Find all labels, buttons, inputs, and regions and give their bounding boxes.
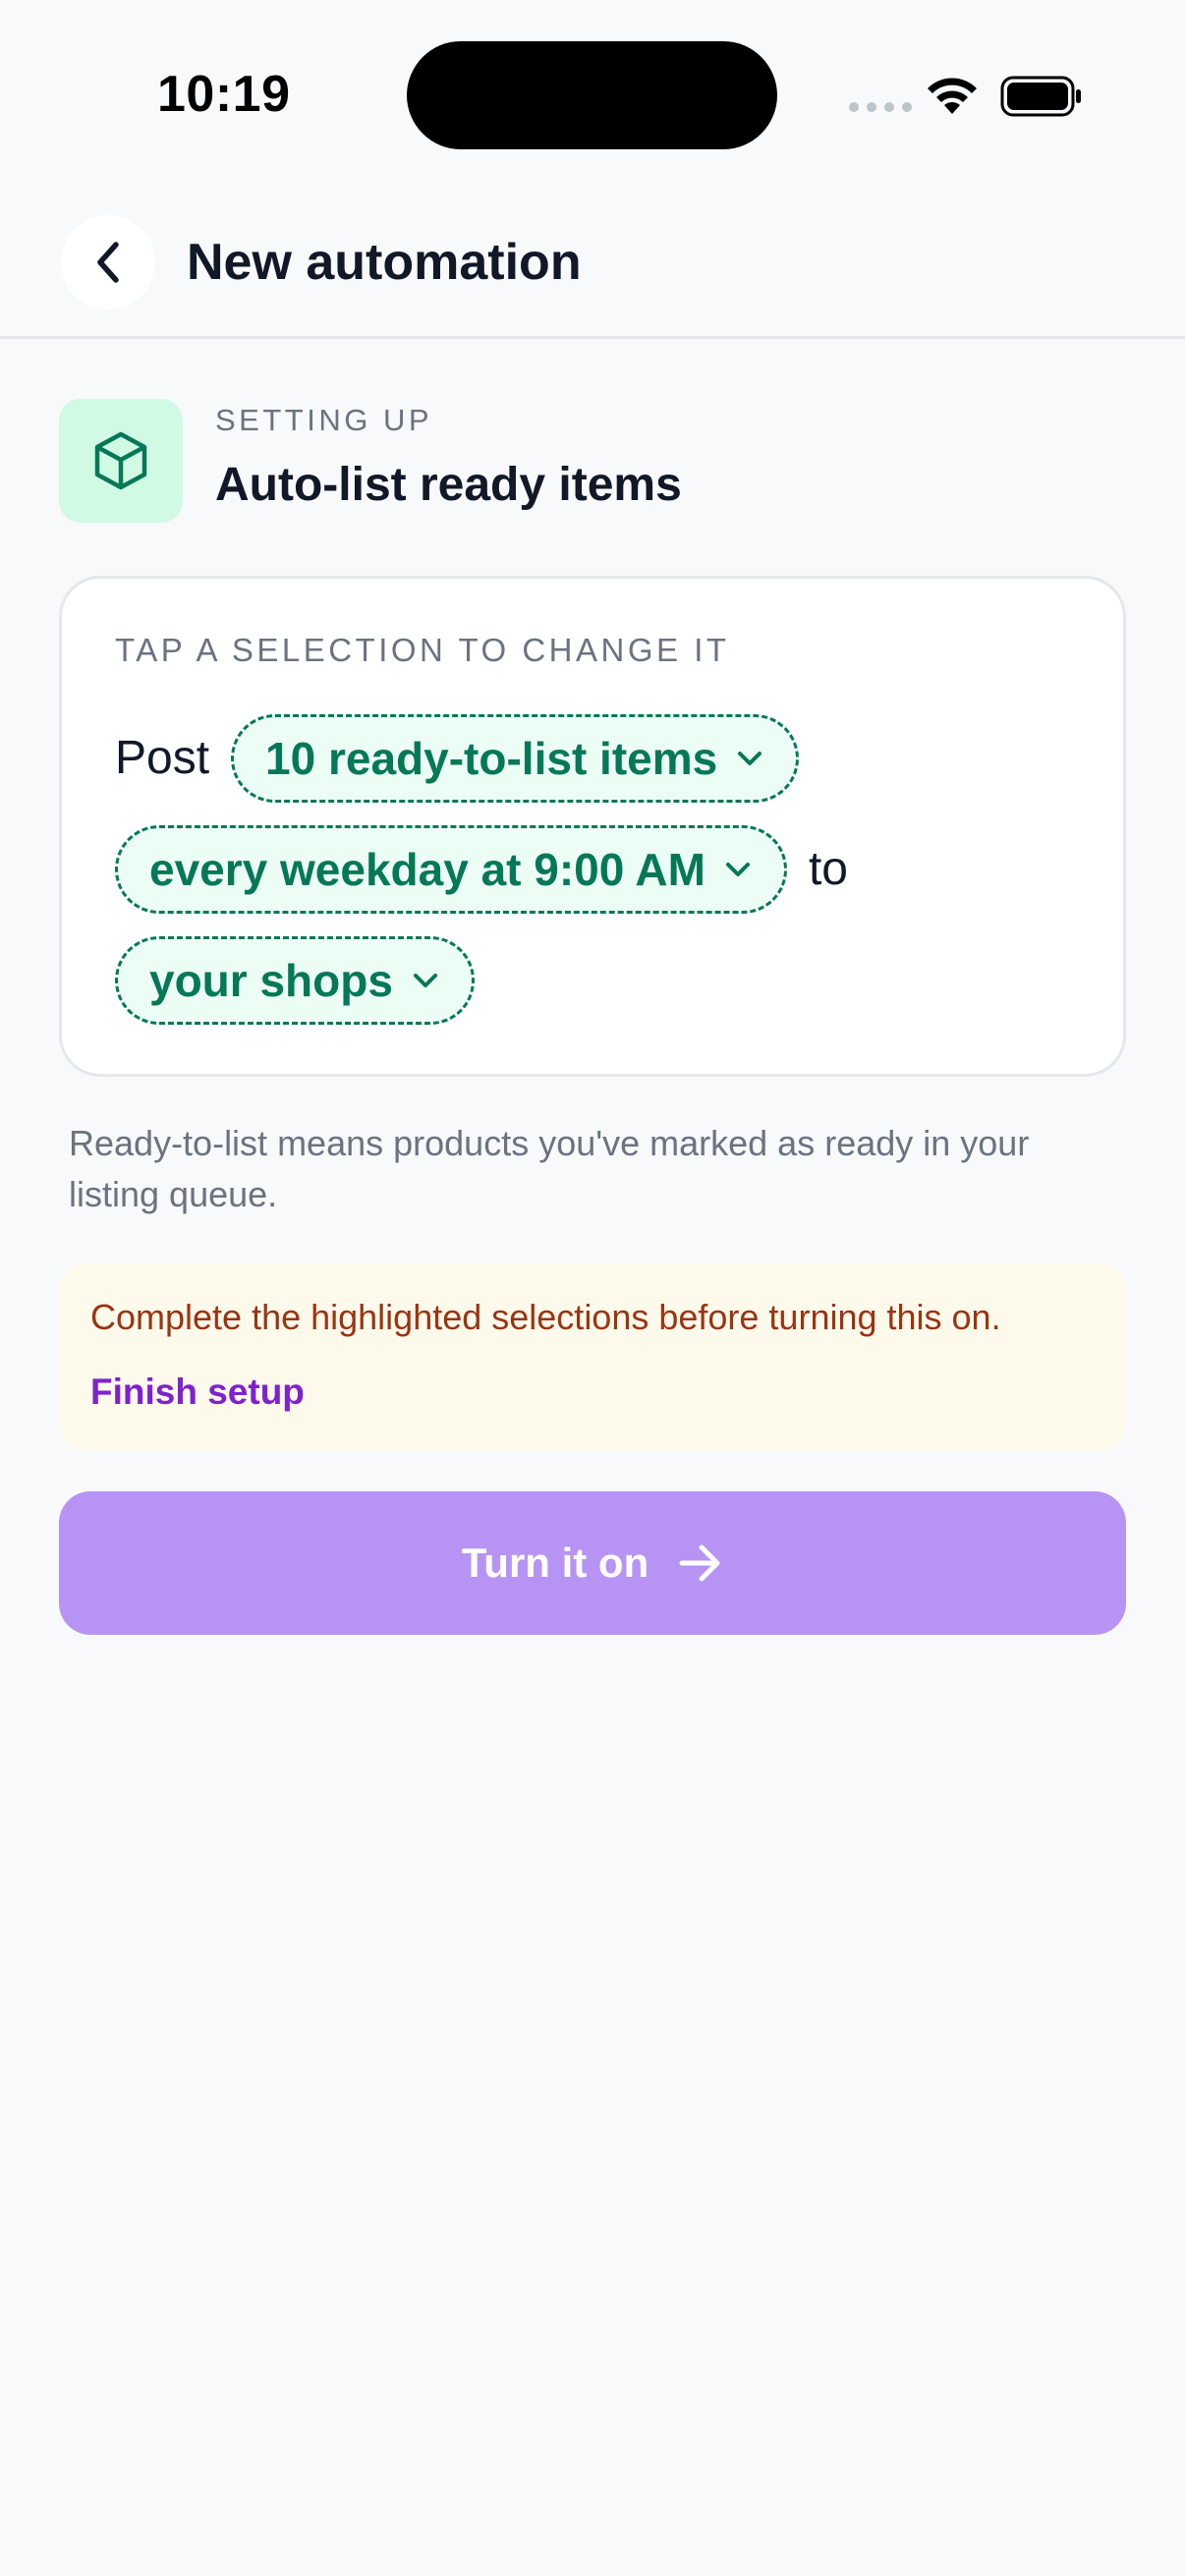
chip-label: every weekday at 9:00 AM [149, 844, 705, 895]
sentence-word-to: to [808, 843, 848, 895]
chevron-left-icon [97, 242, 119, 283]
destination-selection-chip[interactable]: your shops [115, 936, 475, 1025]
chevron-down-icon [737, 751, 762, 766]
card-instruction: TAP A SELECTION TO CHANGE IT [115, 632, 730, 668]
chevron-down-icon [725, 862, 751, 877]
turn-it-on-button[interactable]: Turn it on [59, 1491, 1126, 1635]
sentence-line: Post 10 ready-to-list items [115, 714, 800, 803]
schedule-selection-chip[interactable]: every weekday at 9:00 AM [115, 825, 787, 914]
sentence-line: every weekday at 9:00 AM to [115, 825, 848, 914]
chip-label: 10 ready-to-list items [265, 733, 718, 784]
status-bar: 10:19 [0, 0, 1185, 187]
automation-sentence-card: TAP A SELECTION TO CHANGE IT Post 10 rea… [59, 576, 1126, 1077]
helper-text: Ready-to-list means products you've mark… [69, 1123, 1030, 1214]
sentence-line: your shops [115, 936, 475, 1025]
items-selection-chip[interactable]: 10 ready-to-list items [231, 714, 800, 803]
wifi-icon [928, 78, 977, 114]
setup-warning-banner: Complete the highlighted selections befo… [59, 1263, 1126, 1450]
automation-icon-box [59, 399, 183, 523]
back-button[interactable] [61, 215, 155, 309]
battery-icon [1000, 76, 1081, 117]
screen: 10:19 New automation SETTING UP Auto-lis… [0, 0, 1185, 2576]
cellular-signal-icon [849, 102, 912, 112]
chip-label: your shops [149, 955, 393, 1006]
chevron-down-icon [413, 973, 438, 988]
button-label: Turn it on [461, 1540, 649, 1586]
sentence-word-post: Post [115, 732, 210, 784]
app-header: New automation [0, 201, 1185, 339]
package-cube-icon [94, 431, 147, 490]
arrow-right-icon [678, 1543, 723, 1583]
dynamic-island [407, 41, 777, 149]
setup-eyebrow: SETTING UP [215, 403, 433, 437]
finish-setup-link[interactable]: Finish setup [90, 1372, 305, 1413]
page-title: New automation [187, 234, 582, 291]
warning-message: Complete the highlighted selections befo… [90, 1297, 1001, 1337]
status-time: 10:19 [157, 66, 291, 123]
automation-name: Auto-list ready items [215, 459, 682, 511]
